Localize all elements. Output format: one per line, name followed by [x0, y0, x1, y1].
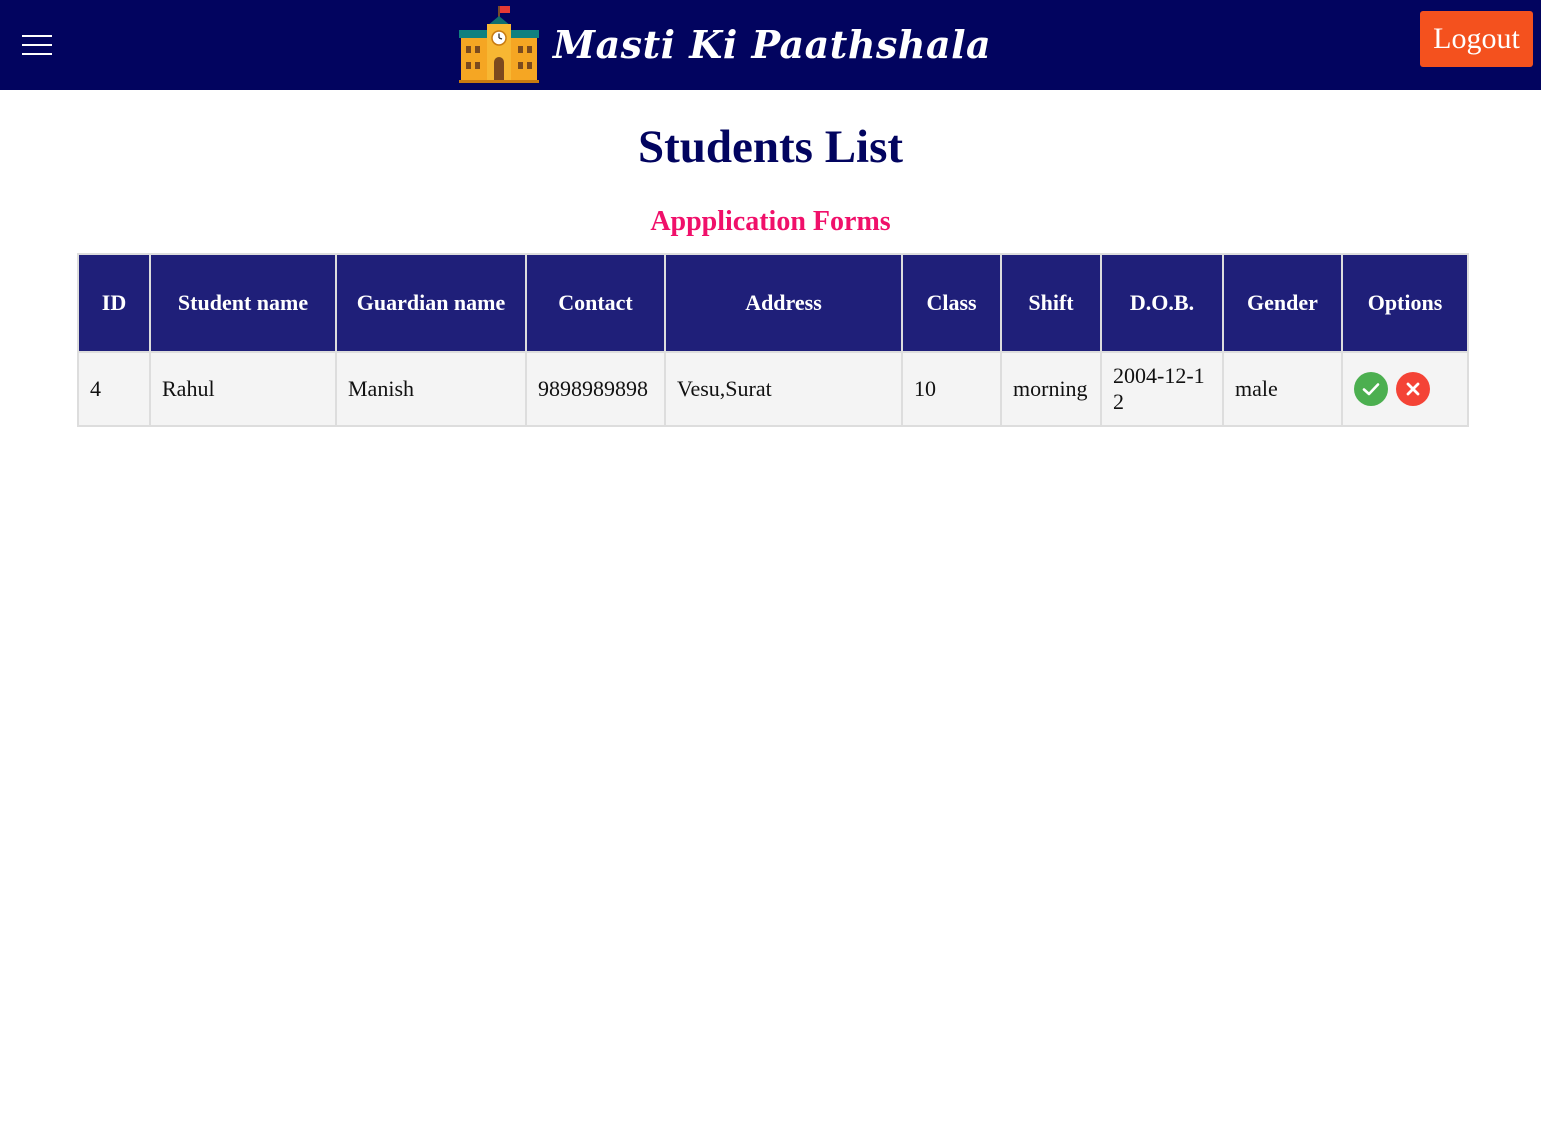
school-building-icon: [459, 6, 539, 83]
column-header-student-name: Student name: [149, 253, 337, 353]
cell-dob: 2004-12-12: [1100, 351, 1224, 427]
reject-x-icon[interactable]: [1395, 372, 1430, 406]
students-table: ID Student name Guardian name Contact Ad…: [77, 253, 1469, 427]
column-header-id: ID: [77, 253, 151, 353]
hamburger-menu-icon[interactable]: [22, 35, 53, 57]
column-header-contact: Contact: [525, 253, 666, 353]
column-header-options: Options: [1341, 253, 1469, 353]
logout-button[interactable]: Logout: [1420, 11, 1533, 67]
cell-options: [1341, 351, 1469, 427]
column-header-guardian-name: Guardian name: [335, 253, 527, 353]
cell-class: 10: [901, 351, 1002, 427]
table-row: 4 Rahul Manish 9898989898 Vesu,Surat 10 …: [77, 351, 1469, 427]
cell-guardian-name: Manish: [335, 351, 527, 427]
column-header-class: Class: [901, 253, 1002, 353]
students-table-container: ID Student name Guardian name Contact Ad…: [77, 253, 1469, 427]
cell-address: Vesu,Surat: [664, 351, 903, 427]
cell-gender: male: [1222, 351, 1343, 427]
table-header-row: ID Student name Guardian name Contact Ad…: [77, 253, 1469, 353]
section-title: Appplication Forms: [650, 206, 891, 237]
approve-check-icon[interactable]: [1354, 372, 1388, 406]
page-title: Students List: [637, 121, 904, 173]
cell-student-name: Rahul: [149, 351, 337, 427]
top-navbar: Masti Ki Paathshala Logout: [0, 0, 1541, 90]
cell-contact: 9898989898: [525, 351, 666, 427]
column-header-gender: Gender: [1222, 253, 1343, 353]
brand-name: Masti Ki Paathshala: [553, 21, 992, 67]
column-header-dob: D.O.B.: [1100, 253, 1224, 353]
column-header-shift: Shift: [1000, 253, 1102, 353]
cell-id: 4: [77, 351, 151, 427]
column-header-address: Address: [664, 253, 903, 353]
cell-shift: morning: [1000, 351, 1102, 427]
brand[interactable]: Masti Ki Paathshala: [457, 2, 991, 86]
